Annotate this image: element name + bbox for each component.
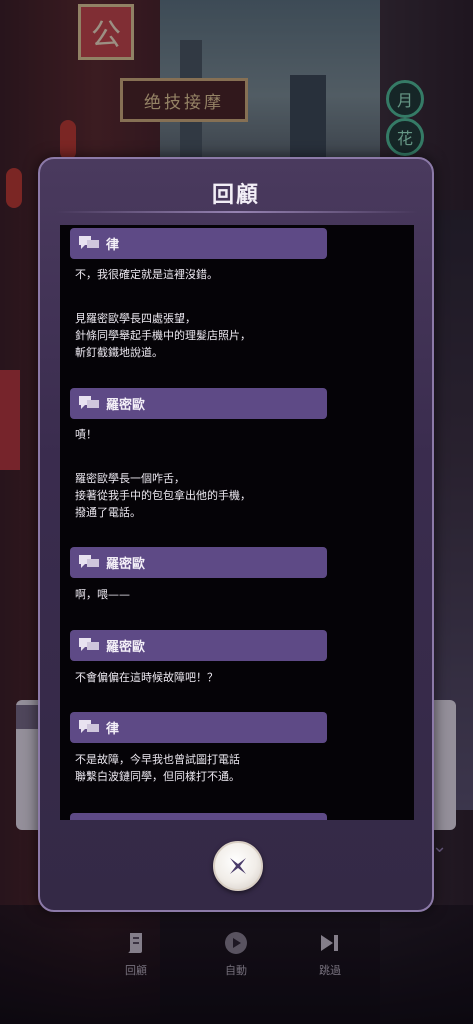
panel-title: 回顧 xyxy=(211,183,260,208)
dialogue-line: 不會偏偏在這時候故障吧！？ xyxy=(75,671,218,684)
close-button[interactable] xyxy=(213,841,263,891)
review-log[interactable]: 律 不，我很確定就是這裡沒錯。 見羅密歐學長四處張望， 針條同學舉起手機中的理髮… xyxy=(60,225,414,820)
close-button-wrap xyxy=(213,841,263,891)
dialogue-line: 不，我很確定就是這裡沒錯。 xyxy=(75,268,218,281)
speaker-name: 羅密歐 xyxy=(106,557,146,572)
dialogue-line: 羅密歐學長一個咋舌， xyxy=(75,472,185,485)
speaker-name: 羅密歐 xyxy=(106,640,146,655)
dialogue-line: 聯繫白波鏈同學，但同樣打不通。 xyxy=(75,770,240,783)
speaker-bar: 羅密歐 xyxy=(70,547,327,578)
speaker-bar: 律 xyxy=(70,712,327,743)
dialogue-line: 見羅密歐學長四處張望， xyxy=(75,312,196,325)
speaker-bar: 律 xyxy=(70,228,327,259)
speech-bubble-icon xyxy=(79,555,99,568)
dialogue-line: 斬釘截鐵地說道。 xyxy=(75,346,163,359)
speech-bubble-icon xyxy=(79,638,99,651)
speech-bubble-icon xyxy=(79,396,99,409)
dialogue-line: 不是故障，今早我也曾試圖打電話 xyxy=(75,753,240,766)
speaker-name: 律 xyxy=(106,238,120,253)
speaker-bar: 羅密歐 xyxy=(70,630,327,661)
speech-bubble-icon xyxy=(79,236,99,249)
dialogue-line: 啊，喂—— xyxy=(75,588,130,601)
dialogue-line: 針條同學舉起手機中的理髮店照片， xyxy=(75,329,251,342)
dialogue-line: 嘖！ xyxy=(75,428,97,441)
speaker-name: 律 xyxy=(106,722,120,737)
speaker-name: 羅密歐 xyxy=(106,398,146,413)
title-divider xyxy=(56,211,418,213)
close-icon xyxy=(230,858,246,874)
speaker-bar: 羅密歐 xyxy=(70,388,327,419)
dialogue-line: 接著從我手中的包包拿出他的手機， xyxy=(75,489,251,502)
speech-bubble-icon xyxy=(79,720,99,733)
dialogue-line: 撥通了電話。 xyxy=(75,506,141,519)
review-panel: 回顧 律 不，我很確定就是這裡沒錯。 見羅密歐學長四處張望， 針條同學舉起手機中… xyxy=(38,157,434,912)
speaker-bar xyxy=(70,813,327,820)
